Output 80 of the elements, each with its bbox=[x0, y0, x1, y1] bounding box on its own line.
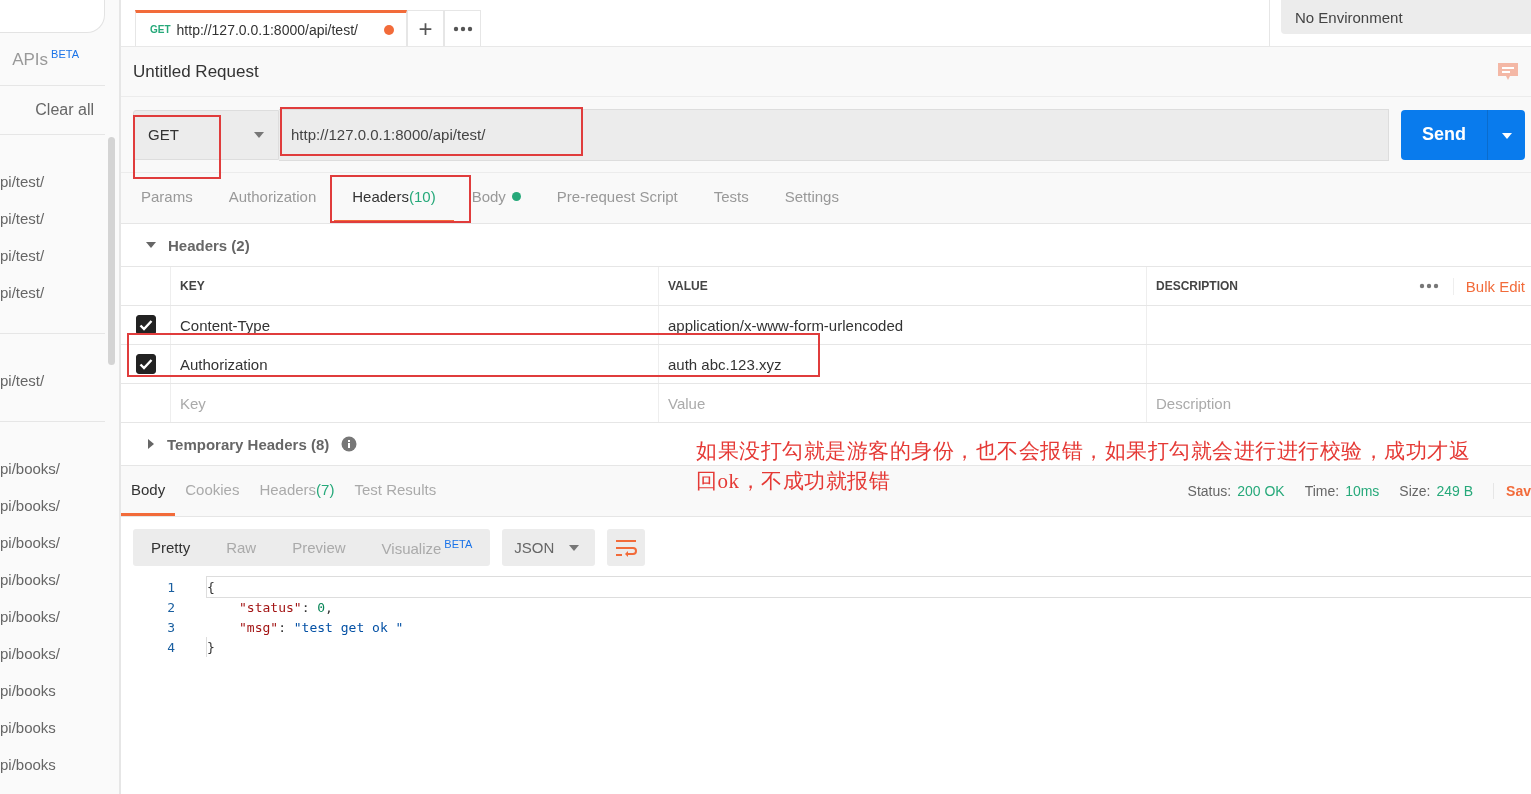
annotation-text: 如果没打勾就是游客的身份，也不会报错，如果打勾就会进行进行校验，成功才返 bbox=[696, 438, 1470, 465]
save-response-link[interactable]: Sav bbox=[1493, 483, 1531, 499]
history-item[interactable]: pi/books/ bbox=[0, 608, 105, 645]
code-token: "msg" bbox=[239, 619, 279, 635]
line-number: 3 bbox=[166, 619, 176, 635]
history-item[interactable]: pi/books/ bbox=[0, 497, 105, 534]
line-number: 4 bbox=[166, 639, 176, 655]
column-header: DESCRIPTION bbox=[1156, 279, 1238, 293]
history-item[interactable]: pi/test/ bbox=[0, 284, 105, 321]
meta-value: 249 B bbox=[1436, 483, 1474, 499]
history-item[interactable]: pi/books/ bbox=[0, 645, 105, 682]
history-item[interactable]: pi/test/ bbox=[0, 173, 105, 210]
code-token: , bbox=[325, 599, 333, 615]
code-token: 0 bbox=[317, 599, 326, 615]
history-item[interactable]: pi/test/ bbox=[0, 372, 105, 409]
section-title[interactable]: Temporary Headers (8) bbox=[167, 435, 330, 453]
wrap-icon bbox=[615, 538, 638, 557]
format-select[interactable]: JSON bbox=[502, 529, 596, 566]
history-item[interactable]: pi/books/ bbox=[0, 571, 105, 608]
line-number: 2 bbox=[166, 599, 176, 615]
wrap-lines-button[interactable] bbox=[607, 529, 646, 566]
checkbox[interactable] bbox=[135, 354, 156, 374]
info-icon[interactable] bbox=[341, 436, 358, 452]
bulk-edit-link[interactable]: Bulk Edit bbox=[1452, 277, 1525, 295]
request-section-tab[interactable]: Headers(10) bbox=[334, 173, 454, 223]
clear-all-link[interactable]: Clear all bbox=[35, 101, 94, 119]
view-mode-tab[interactable]: Visualize $^{BETA}$ bbox=[363, 538, 491, 557]
meta-label: Status: bbox=[1187, 483, 1232, 499]
code-token: { bbox=[207, 579, 215, 595]
url-field[interactable]: http://127.0.0.1:8000/api/test/ bbox=[279, 108, 1389, 161]
new-tab-button[interactable]: + bbox=[407, 10, 444, 46]
response-tab[interactable]: Headers(7) bbox=[249, 466, 345, 516]
caret-icon bbox=[1501, 133, 1512, 139]
history-item[interactable]: pi/books bbox=[0, 719, 105, 756]
code-token: "status" bbox=[239, 599, 302, 615]
description-input[interactable]: Description bbox=[1156, 394, 1356, 412]
search-field[interactable] bbox=[0, 0, 105, 33]
table-cell: application/x-www-form-urlencoded bbox=[668, 316, 904, 334]
history-item[interactable]: pi/books bbox=[0, 682, 105, 719]
meta-value: 200 OK bbox=[1237, 483, 1285, 499]
history-item[interactable]: pi/books bbox=[0, 756, 105, 793]
view-mode-tab[interactable]: Pretty bbox=[133, 539, 209, 556]
line-number: 1 bbox=[166, 579, 176, 595]
value-input[interactable]: Value bbox=[668, 394, 868, 412]
caret-icon bbox=[254, 131, 264, 138]
caret-icon bbox=[569, 544, 580, 551]
method-select[interactable]: GET bbox=[133, 109, 279, 160]
apis-label[interactable]: APIs $^{BETA}$ bbox=[12, 48, 79, 70]
history-item[interactable]: pi/test/ bbox=[0, 210, 105, 247]
caret-icon[interactable] bbox=[147, 439, 155, 449]
environment-select[interactable]: No Environment bbox=[1281, 0, 1531, 34]
annotation-text: 回ok，不成功就报错 bbox=[696, 468, 890, 495]
caret-icon[interactable] bbox=[146, 240, 156, 250]
key-input[interactable]: Key bbox=[180, 394, 380, 412]
scrollbar[interactable] bbox=[108, 137, 115, 365]
more-icon bbox=[452, 25, 473, 32]
table-cell: Content-Type bbox=[180, 316, 271, 334]
checkbox[interactable] bbox=[135, 315, 156, 335]
meta-label: Time: bbox=[1304, 483, 1340, 499]
meta-label: Size: bbox=[1399, 483, 1431, 499]
code-token: "test get ok " bbox=[293, 619, 404, 635]
table-cell: Authorization bbox=[180, 355, 268, 373]
section-title[interactable]: Headers (2) bbox=[168, 236, 250, 254]
history-item[interactable]: pi/books/ bbox=[0, 460, 105, 497]
send-button[interactable]: Send bbox=[1401, 109, 1487, 160]
meta-value: 10ms bbox=[1345, 483, 1380, 499]
history-item[interactable]: pi/books/ bbox=[0, 534, 105, 571]
code-token: } bbox=[207, 639, 215, 655]
column-header: VALUE bbox=[668, 279, 708, 293]
more-icon[interactable] bbox=[1418, 283, 1439, 289]
code-token: : bbox=[301, 599, 311, 615]
table-cell: auth abc.123.xyz bbox=[668, 355, 782, 373]
history-item[interactable]: pi/test/ bbox=[0, 247, 105, 284]
column-header: KEY bbox=[180, 279, 205, 293]
request-title: Untitled Request bbox=[133, 61, 259, 82]
request-tab[interactable]: GET http://127.0.0.1:8000/api/test/ bbox=[135, 10, 407, 46]
response-tab[interactable]: Body bbox=[121, 466, 176, 516]
send-options-button[interactable] bbox=[1487, 109, 1525, 160]
more-button[interactable] bbox=[444, 10, 481, 46]
code-token: : bbox=[278, 619, 287, 635]
